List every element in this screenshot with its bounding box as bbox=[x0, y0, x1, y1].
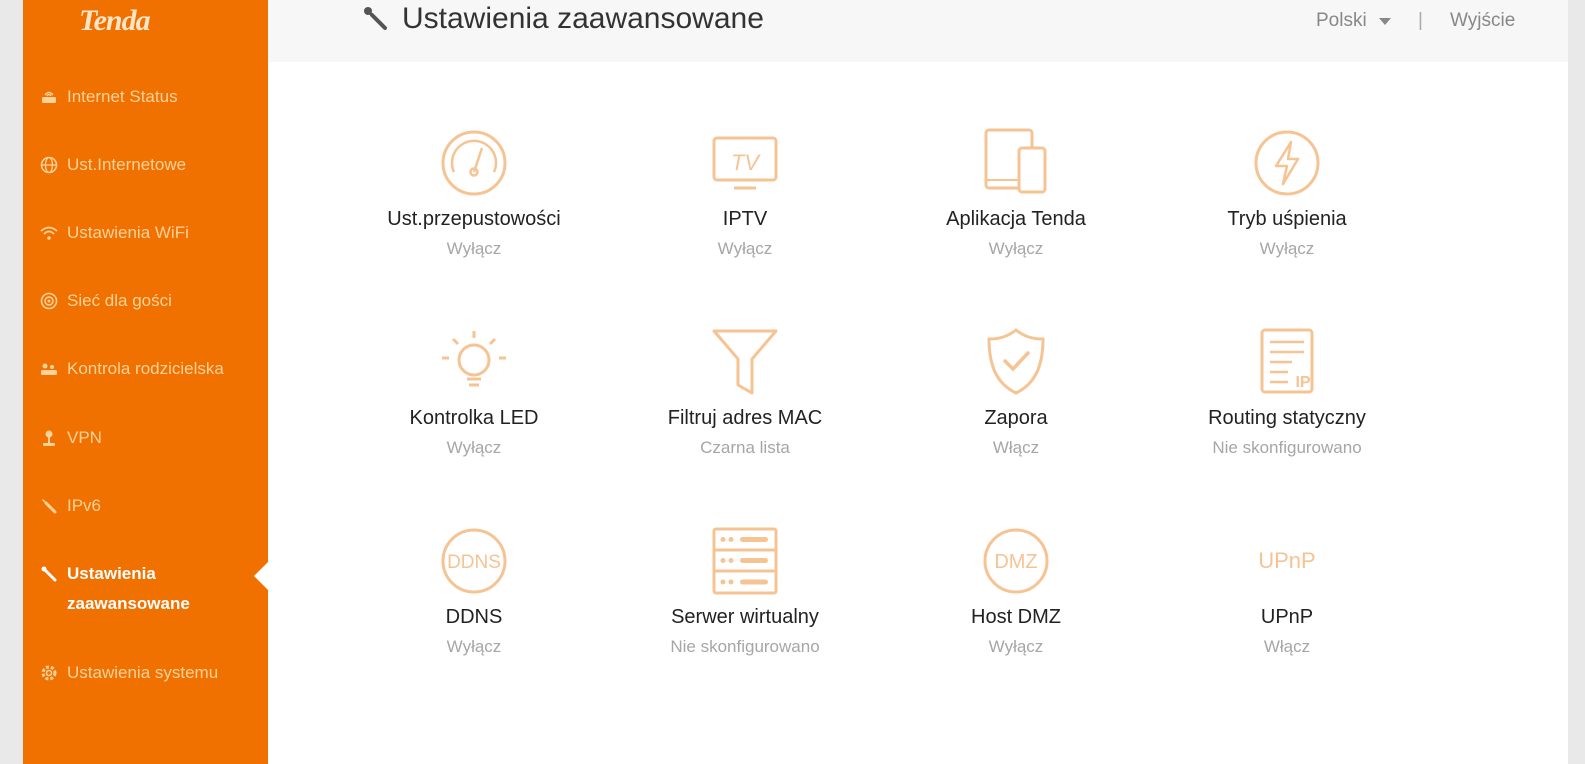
sidebar: Tenda Internet Status Ust.Internetowe Us… bbox=[23, 0, 268, 764]
tile-name: Serwer wirtualny bbox=[671, 606, 819, 628]
tile-upnp[interactable]: UPnP UPnP Włącz bbox=[1167, 526, 1407, 676]
tile-tenda-app[interactable]: Aplikacja Tenda Wyłącz bbox=[896, 128, 1136, 278]
wifi-icon bbox=[39, 224, 59, 242]
tile-name: UPnP bbox=[1260, 606, 1314, 628]
ddns-icon-text: DDNS bbox=[447, 552, 501, 573]
server-icon bbox=[712, 527, 778, 595]
guest-network-icon bbox=[39, 292, 59, 310]
wrench-icon bbox=[39, 497, 59, 515]
sidebar-item-label: Ustawienia zaawansowane bbox=[67, 564, 190, 613]
sidebar-item-label: Sieć dla gości bbox=[67, 291, 172, 310]
tv-icon: TV bbox=[712, 136, 778, 190]
page-title: Ustawienia zaawansowane bbox=[362, 2, 764, 36]
sidebar-item-label: Internet Status bbox=[67, 87, 178, 106]
tile-iptv[interactable]: TV IPTV Wyłącz bbox=[625, 128, 865, 278]
tile-status: Wyłącz bbox=[446, 438, 502, 457]
sidebar-item-internet-status[interactable]: Internet Status bbox=[39, 82, 264, 112]
tile-status: Wyłącz bbox=[988, 239, 1044, 258]
tile-name: Filtruj adres MAC bbox=[667, 407, 823, 429]
tile-name: Host DMZ bbox=[971, 606, 1061, 628]
tile-name: Routing statyczny bbox=[1208, 407, 1366, 429]
tile-name: Kontrolka LED bbox=[409, 407, 539, 429]
sidebar-item-label: IPv6 bbox=[67, 496, 102, 515]
tile-led[interactable]: Kontrolka LED Wyłącz bbox=[354, 327, 594, 477]
dmz-icon: DMZ bbox=[983, 528, 1049, 594]
chevron-down-icon bbox=[1378, 17, 1391, 25]
tile-status: Nie skonfigurowano bbox=[670, 637, 820, 656]
sidebar-item-advanced-settings[interactable]: Ustawienia zaawansowane bbox=[39, 559, 264, 619]
sidebar-item-wifi[interactable]: Ustawienia WiFi bbox=[39, 218, 264, 248]
sidebar-item-internet-settings[interactable]: Ust.Internetowe bbox=[39, 150, 264, 180]
sidebar-item-label: Ustawienia systemu bbox=[67, 663, 219, 682]
tile-bandwidth[interactable]: Ust.przepustowości Wyłącz bbox=[354, 128, 594, 278]
tile-status: Wyłącz bbox=[717, 239, 773, 258]
bulb-icon bbox=[442, 331, 506, 387]
tile-name: Zapora bbox=[984, 407, 1048, 429]
tile-ddns[interactable]: DDNS DDNS Wyłącz bbox=[354, 526, 594, 676]
upnp-icon-text: UPnP bbox=[1258, 548, 1315, 573]
tile-name: Ust.przepustowości bbox=[387, 208, 561, 230]
language-select[interactable]: Polski bbox=[1316, 10, 1391, 32]
lightning-icon bbox=[1254, 130, 1320, 196]
shield-icon bbox=[987, 328, 1045, 395]
devices-icon bbox=[984, 128, 1047, 194]
sidebar-item-vpn[interactable]: VPN bbox=[39, 423, 264, 453]
sidebar-item-label: Ust.Internetowe bbox=[67, 155, 187, 174]
ddns-icon: DDNS bbox=[441, 528, 507, 594]
tile-firewall[interactable]: Zapora Włącz bbox=[896, 327, 1136, 477]
tile-name: IPTV bbox=[722, 208, 768, 230]
sidebar-item-ipv6[interactable]: IPv6 bbox=[39, 491, 264, 521]
dmz-icon-text: DMZ bbox=[994, 551, 1037, 573]
tile-static-routing[interactable]: IP Routing statyczny Nie skonfigurowano bbox=[1167, 327, 1407, 477]
tile-status: Wyłącz bbox=[446, 239, 502, 258]
sidebar-item-guest-network[interactable]: Sieć dla gości bbox=[39, 286, 264, 316]
tile-name: DDNS bbox=[445, 606, 503, 628]
speedometer-icon bbox=[441, 130, 507, 196]
sidebar-item-parental-control[interactable]: Kontrola rodzicielska bbox=[39, 354, 264, 384]
tenda-logo: Tenda bbox=[79, 4, 151, 37]
tile-dmz-host[interactable]: DMZ Host DMZ Wyłącz bbox=[896, 526, 1136, 676]
router-icon bbox=[39, 88, 59, 106]
svg-text:TV: TV bbox=[731, 150, 761, 175]
tile-status: Wyłącz bbox=[1259, 239, 1315, 258]
upnp-icon: UPnP bbox=[1258, 548, 1315, 573]
tile-sleep-mode[interactable]: Tryb uśpienia Wyłącz bbox=[1167, 128, 1407, 278]
language-value: Polski bbox=[1316, 10, 1367, 31]
vpn-icon bbox=[39, 429, 59, 447]
active-indicator bbox=[254, 562, 268, 590]
sidebar-item-label: Ustawienia WiFi bbox=[67, 223, 189, 242]
tile-name: Tryb uśpienia bbox=[1227, 208, 1347, 230]
routing-icon-text: IP bbox=[1295, 374, 1310, 391]
sidebar-item-label: VPN bbox=[67, 428, 102, 447]
sidebar-item-system-settings[interactable]: Ustawienia systemu bbox=[39, 658, 264, 688]
sidebar-item-label: Kontrola rodzicielska bbox=[67, 359, 224, 378]
tile-status: Czarna lista bbox=[700, 438, 790, 457]
page-title-text: Ustawienia zaawansowane bbox=[402, 2, 764, 35]
tile-mac-filter[interactable]: Filtruj adres MAC Czarna lista bbox=[625, 327, 865, 477]
header-separator: | bbox=[1418, 10, 1423, 31]
header: Ustawienia zaawansowane Polski | Wyjście bbox=[268, 0, 1568, 62]
logout-link[interactable]: Wyjście bbox=[1450, 10, 1515, 32]
tools-icon bbox=[39, 565, 59, 583]
tile-status: Wyłącz bbox=[988, 637, 1044, 656]
routing-list-icon: IP bbox=[1260, 328, 1314, 394]
tile-status: Włącz bbox=[1263, 637, 1311, 656]
tile-status: Nie skonfigurowano bbox=[1212, 438, 1362, 457]
tile-name: Aplikacja Tenda bbox=[946, 208, 1086, 230]
globe-icon bbox=[39, 156, 59, 174]
tile-virtual-server[interactable]: Serwer wirtualny Nie skonfigurowano bbox=[625, 526, 865, 676]
app-window: Tenda Internet Status Ust.Internetowe Us… bbox=[23, 0, 1568, 764]
parental-icon bbox=[39, 360, 59, 378]
gear-icon bbox=[39, 664, 59, 682]
tile-status: Włącz bbox=[992, 438, 1040, 457]
filter-icon bbox=[712, 329, 778, 395]
tile-status: Wyłącz bbox=[446, 637, 502, 656]
tools-icon bbox=[362, 5, 390, 33]
